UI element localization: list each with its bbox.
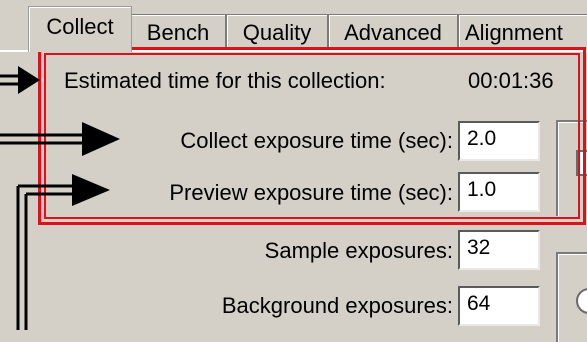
arrow-collect-exposure-icon <box>0 122 120 156</box>
arrow-estimated-icon <box>0 66 40 94</box>
arrow-preview-exposure-icon <box>16 174 110 330</box>
tab-collect[interactable]: Collect <box>28 6 132 52</box>
